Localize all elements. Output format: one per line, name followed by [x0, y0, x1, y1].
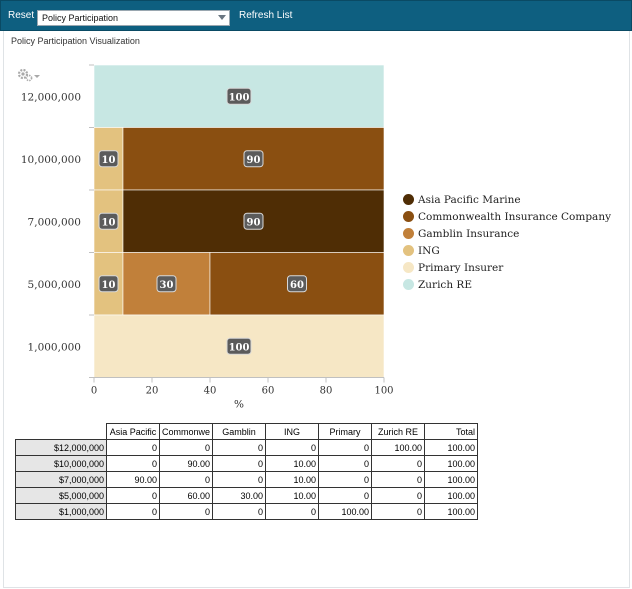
table-cell: 0	[106, 455, 160, 472]
column-header[interactable]: Asia Pacific	[106, 423, 160, 440]
table-cell: 100.00	[371, 439, 425, 456]
row-header: $12,000,000	[15, 439, 107, 456]
table-cell: 0	[106, 439, 160, 456]
data-label: 30	[160, 280, 174, 291]
table-cell: 90.00	[159, 455, 213, 472]
legend-label: Primary Insurer	[418, 261, 504, 274]
table-cell: 100.00	[424, 439, 478, 456]
data-table: Asia Pacific Commonwe Gamblin ING Primary Zur…	[15, 423, 478, 520]
data-label: 90	[247, 217, 261, 228]
table-cell: 0	[212, 471, 266, 488]
x-tick-label: 0	[91, 386, 97, 397]
table-row: $10,000,000 0 90.00 0 10.00 0 0 100.00	[15, 455, 478, 472]
bar-group	[93, 64, 385, 378]
legend: Asia Pacific Marine Commonwealth Insuranc…	[403, 191, 611, 293]
table-body: $12,000,000 0 0 0 0 0 100.00 100.00 $10,000,000 0…	[15, 439, 478, 520]
data-label: 10	[102, 280, 116, 291]
data-label: 100	[229, 342, 250, 353]
legend-item[interactable]: ING	[403, 242, 611, 259]
table-cell: 100.00	[424, 455, 478, 472]
table-cell: 0	[106, 487, 160, 504]
data-label: 90	[247, 155, 261, 166]
table-cell: 30.00	[212, 487, 266, 504]
table-cell: 0	[371, 471, 425, 488]
table-cell: 0	[371, 503, 425, 520]
table-cell: 0	[371, 455, 425, 472]
legend-swatch	[403, 245, 414, 256]
legend-label: ING	[418, 244, 440, 257]
column-header[interactable]: Commonwe	[159, 423, 213, 440]
table-cell: 90.00	[106, 471, 160, 488]
table-row: $12,000,000 0 0 0 0 0 100.00 100.00	[15, 439, 478, 456]
table-cell: 0	[318, 487, 372, 504]
table-header-row: Asia Pacific Commonwe Gamblin ING Primary Zur…	[16, 423, 478, 440]
legend-item[interactable]: Commonwealth Insurance Company	[403, 208, 611, 225]
table-cell: 0	[159, 471, 213, 488]
table-cell: 100.00	[318, 503, 372, 520]
x-axis-label: %	[234, 399, 244, 411]
table-cell: 0	[106, 503, 160, 520]
row-header: $10,000,000	[15, 455, 107, 472]
row-header: $7,000,000	[15, 471, 107, 488]
column-header[interactable]: Gamblin	[212, 423, 266, 440]
column-header[interactable]: Zurich RE	[371, 423, 425, 440]
y-tick-label: 12,000,000	[21, 91, 81, 103]
table-cell: 0	[318, 471, 372, 488]
y-tick-label: 5,000,000	[28, 279, 81, 291]
data-label: 10	[102, 155, 116, 166]
table-row: $1,000,000 0 0 0 0 100.00 0 100.00	[15, 503, 478, 520]
row-header: $5,000,000	[15, 487, 107, 504]
table-cell: 100.00	[424, 503, 478, 520]
x-tick-label: 100	[374, 386, 393, 397]
table-row: $5,000,000 0 60.00 30.00 10.00 0 0 100.00	[15, 487, 478, 504]
y-tick-label: 1,000,000	[28, 341, 81, 353]
legend-label: Gamblin Insurance	[418, 227, 520, 240]
data-label: 60	[290, 280, 304, 291]
table-cell: 0	[212, 503, 266, 520]
data-label: 10	[102, 217, 116, 228]
data-label: 100	[229, 92, 250, 103]
table-cell: 0	[159, 439, 213, 456]
legend-swatch	[403, 279, 414, 290]
legend-swatch	[403, 228, 414, 239]
legend-label: Asia Pacific Marine	[418, 193, 521, 206]
table-corner	[16, 424, 107, 440]
row-header: $1,000,000	[15, 503, 107, 520]
legend-item[interactable]: Asia Pacific Marine	[403, 191, 611, 208]
x-tick-label: 40	[204, 386, 217, 397]
x-tick-label: 80	[320, 386, 333, 397]
table-cell: 0	[212, 455, 266, 472]
table-cell: 10.00	[265, 471, 319, 488]
table-cell: 0	[318, 455, 372, 472]
column-header[interactable]: ING	[265, 423, 319, 440]
legend-item[interactable]: Primary Insurer	[403, 259, 611, 276]
legend-label: Commonwealth Insurance Company	[418, 210, 612, 223]
legend-swatch	[403, 262, 414, 273]
legend-swatch	[403, 211, 414, 222]
legend-swatch	[403, 194, 414, 205]
x-tick-label: 20	[146, 386, 159, 397]
y-tick-label: 10,000,000	[21, 154, 81, 166]
table-cell: 100.00	[424, 487, 478, 504]
table-cell: 0	[159, 503, 213, 520]
legend-label: Zurich RE	[418, 278, 472, 291]
table-cell: 10.00	[265, 455, 319, 472]
column-header[interactable]: Total	[424, 423, 478, 440]
table-cell: 0	[212, 439, 266, 456]
table-cell: 0	[265, 503, 319, 520]
table-row: $7,000,000 90.00 0 0 10.00 0 0 100.00	[15, 471, 478, 488]
table-cell: 0	[371, 487, 425, 504]
legend-item[interactable]: Zurich RE	[403, 276, 611, 293]
legend-item[interactable]: Gamblin Insurance	[403, 225, 611, 242]
table-cell: 0	[318, 439, 372, 456]
table-cell: 100.00	[424, 471, 478, 488]
table-cell: 10.00	[265, 487, 319, 504]
table-cell: 0	[265, 439, 319, 456]
x-tick-label: 60	[262, 386, 275, 397]
table-cell: 60.00	[159, 487, 213, 504]
column-header[interactable]: Primary	[318, 423, 372, 440]
y-tick-label: 7,000,000	[28, 216, 81, 228]
